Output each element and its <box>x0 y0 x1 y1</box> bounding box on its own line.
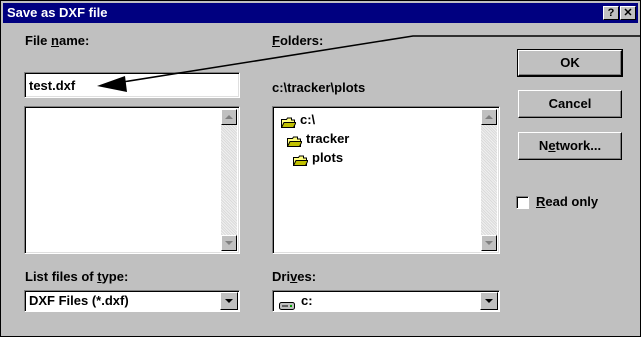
annotation-arrow <box>97 35 641 92</box>
